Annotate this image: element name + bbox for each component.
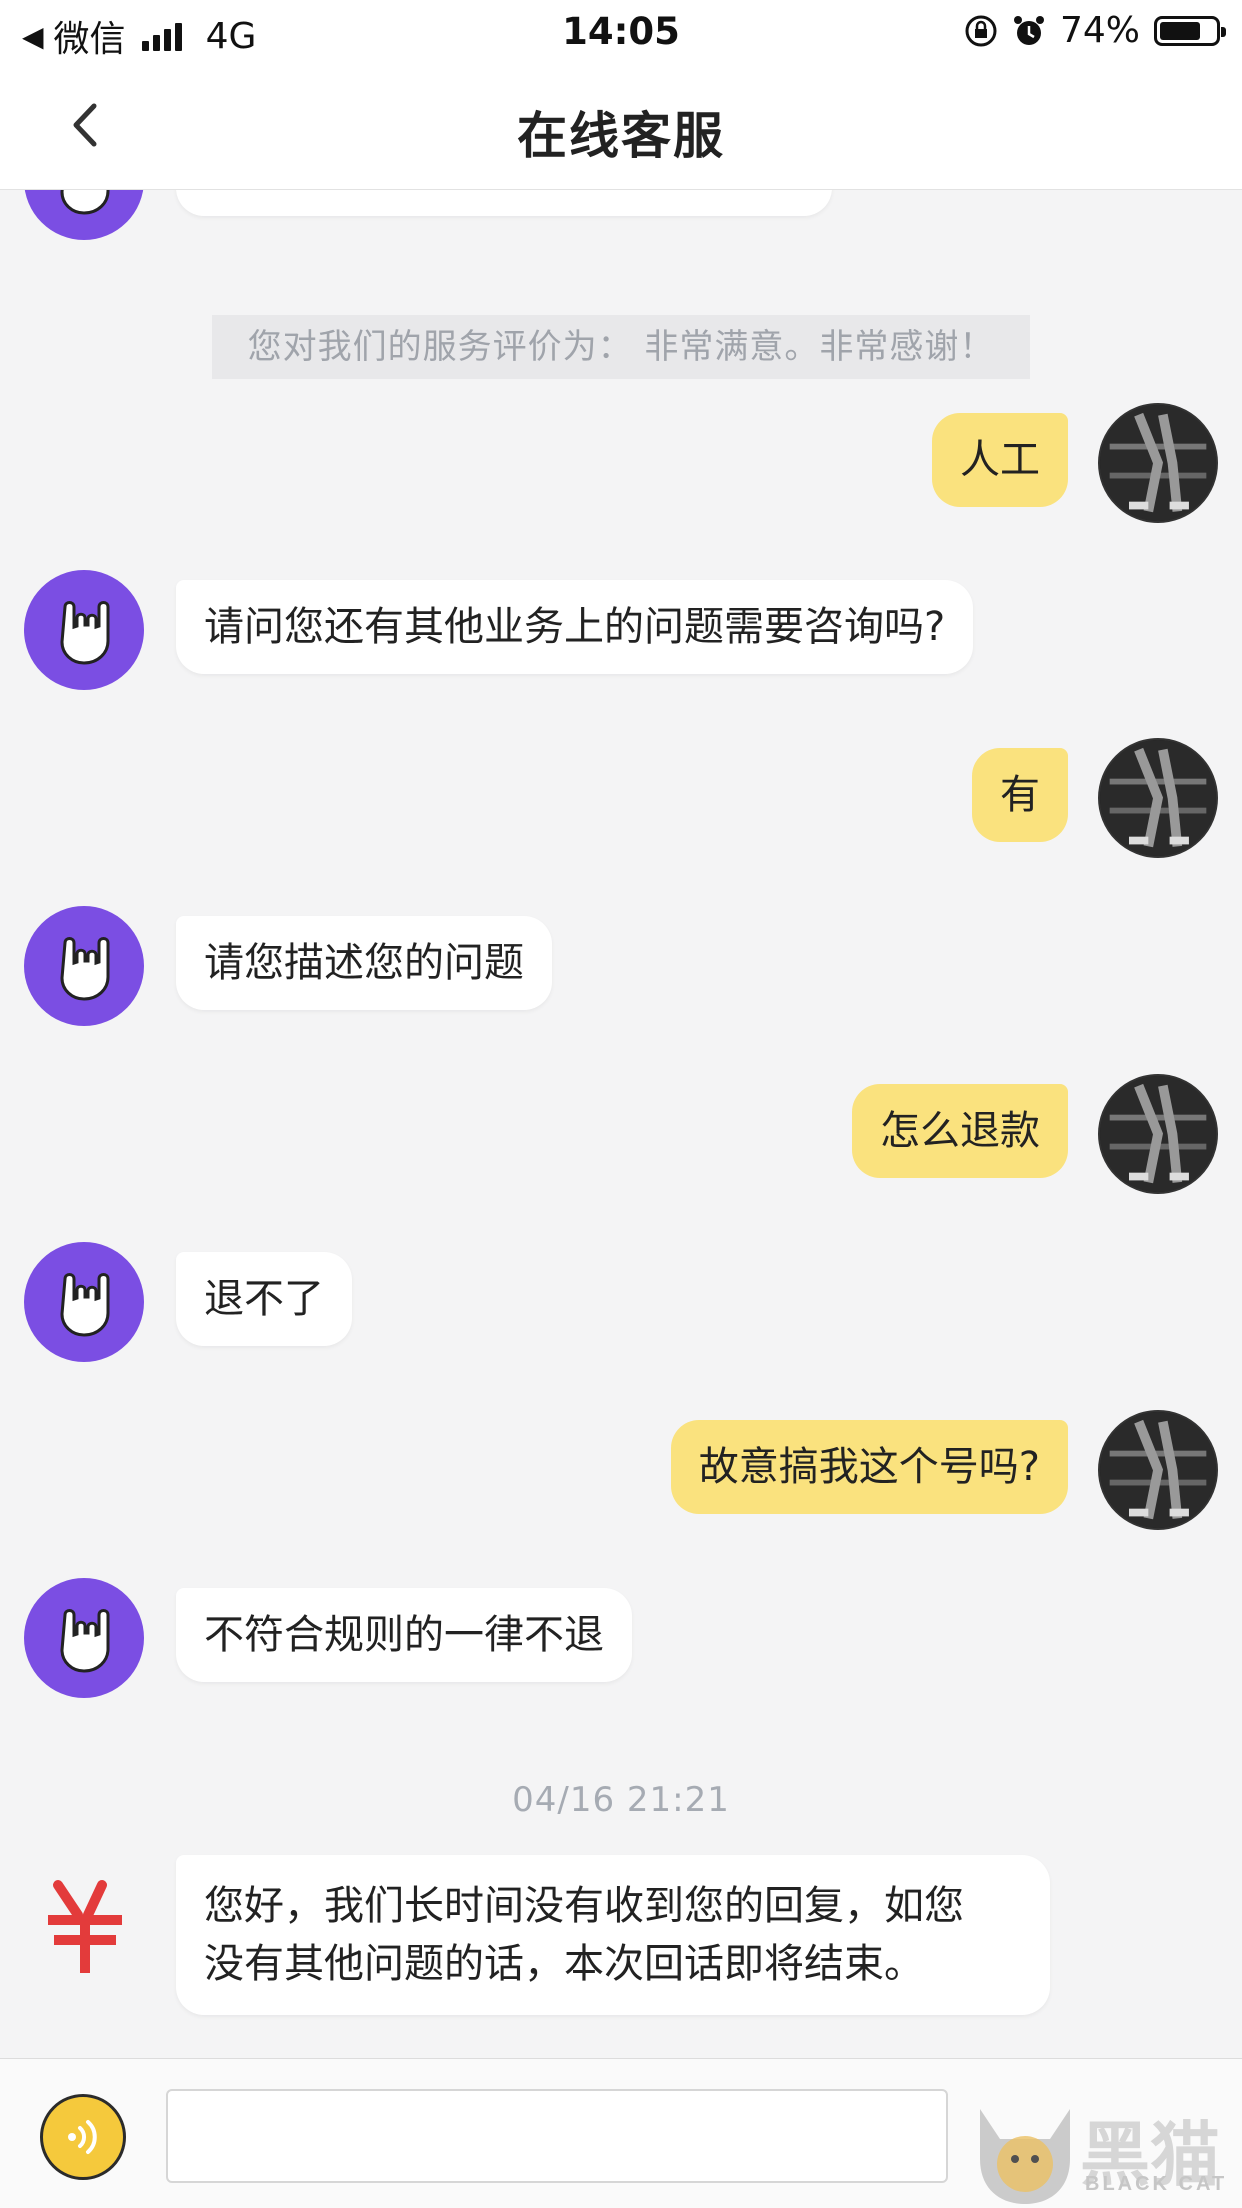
bot-message-bubble: 您好，我们长时间没有收到您的回复，如您 没有其他问题的话，本次回话即将结束。 [176,1855,1050,2015]
brand-logo-icon [48,1880,122,1973]
rock-hand-icon [60,1273,110,1337]
alarm-icon [1013,15,1044,45]
user-message-bubble: 有 [972,748,1068,842]
battery-icon [1154,15,1226,46]
bot-avatar[interactable] [24,190,144,240]
bot-avatar[interactable] [24,1242,144,1362]
user-photo-icon [1100,405,1216,521]
user-avatar[interactable] [1098,1410,1218,1530]
rock-hand-icon [60,1609,110,1673]
bot-message-bubble: 请问您还有其他业务上的问题需要咨询吗? [176,580,974,674]
chat-list[interactable]: 请问您还有其他问题需要咨询吗？ 您对我们的服务评价为： 非常满意。非常感谢！ 人… [0,190,1242,2060]
message-input[interactable] [166,2089,948,2183]
bot-message-line: 您好，我们长时间没有收到您的回复，如您 [204,1883,964,1929]
watermark: 黑猫 BLACK CAT [970,2099,1242,2208]
rock-hand-icon [60,937,110,1001]
user-photo-icon [1100,1076,1216,1192]
bot-message-line: 没有其他问题的话，本次回话即将结束。 [204,1941,924,1987]
user-message-bubble: 故意搞我这个号吗? [670,1420,1068,1514]
user-message-bubble: 怎么退款 [852,1084,1068,1178]
bot-avatar[interactable] [24,906,144,1026]
user-avatar[interactable] [1098,1074,1218,1194]
bot-message-bubble: 请问您还有其他问题需要咨询吗？ [176,190,832,216]
rock-hand-icon [60,601,110,665]
battery-percent: 74% [1059,10,1140,51]
user-avatar[interactable] [1098,738,1218,858]
watermark-brand-en: BLACK CAT [1085,2173,1228,2195]
status-bar: ◀ 微信 4G 14:05 74% [0,0,1242,62]
bot-avatar[interactable] [24,1578,144,1698]
bot-message-bubble: 请您描述您的问题 [176,916,552,1010]
user-avatar[interactable] [1098,403,1218,523]
bot-message-bubble: 退不了 [176,1252,352,1346]
message-timestamp: 04/16 21:21 [512,1780,730,1820]
service-rating-note: 您对我们的服务评价为： 非常满意。非常感谢！ [212,315,1030,379]
user-photo-icon [1100,740,1216,856]
voice-wave-icon [68,2120,97,2154]
nav-bar: 在线客服 [0,62,1242,190]
rock-hand-icon [60,190,110,215]
rotation-lock-icon [965,15,997,46]
bot-message-bubble: 不符合规则的一律不退 [176,1588,632,1682]
bot-avatar[interactable] [24,570,144,690]
black-cat-logo-icon [980,2109,1070,2204]
user-message-bubble: 人工 [932,413,1068,507]
voice-button[interactable] [40,2094,126,2180]
user-photo-icon [1100,1412,1216,1528]
input-bar: 黑猫 BLACK CAT [0,2058,1242,2208]
page-title: 在线客服 [517,107,725,165]
